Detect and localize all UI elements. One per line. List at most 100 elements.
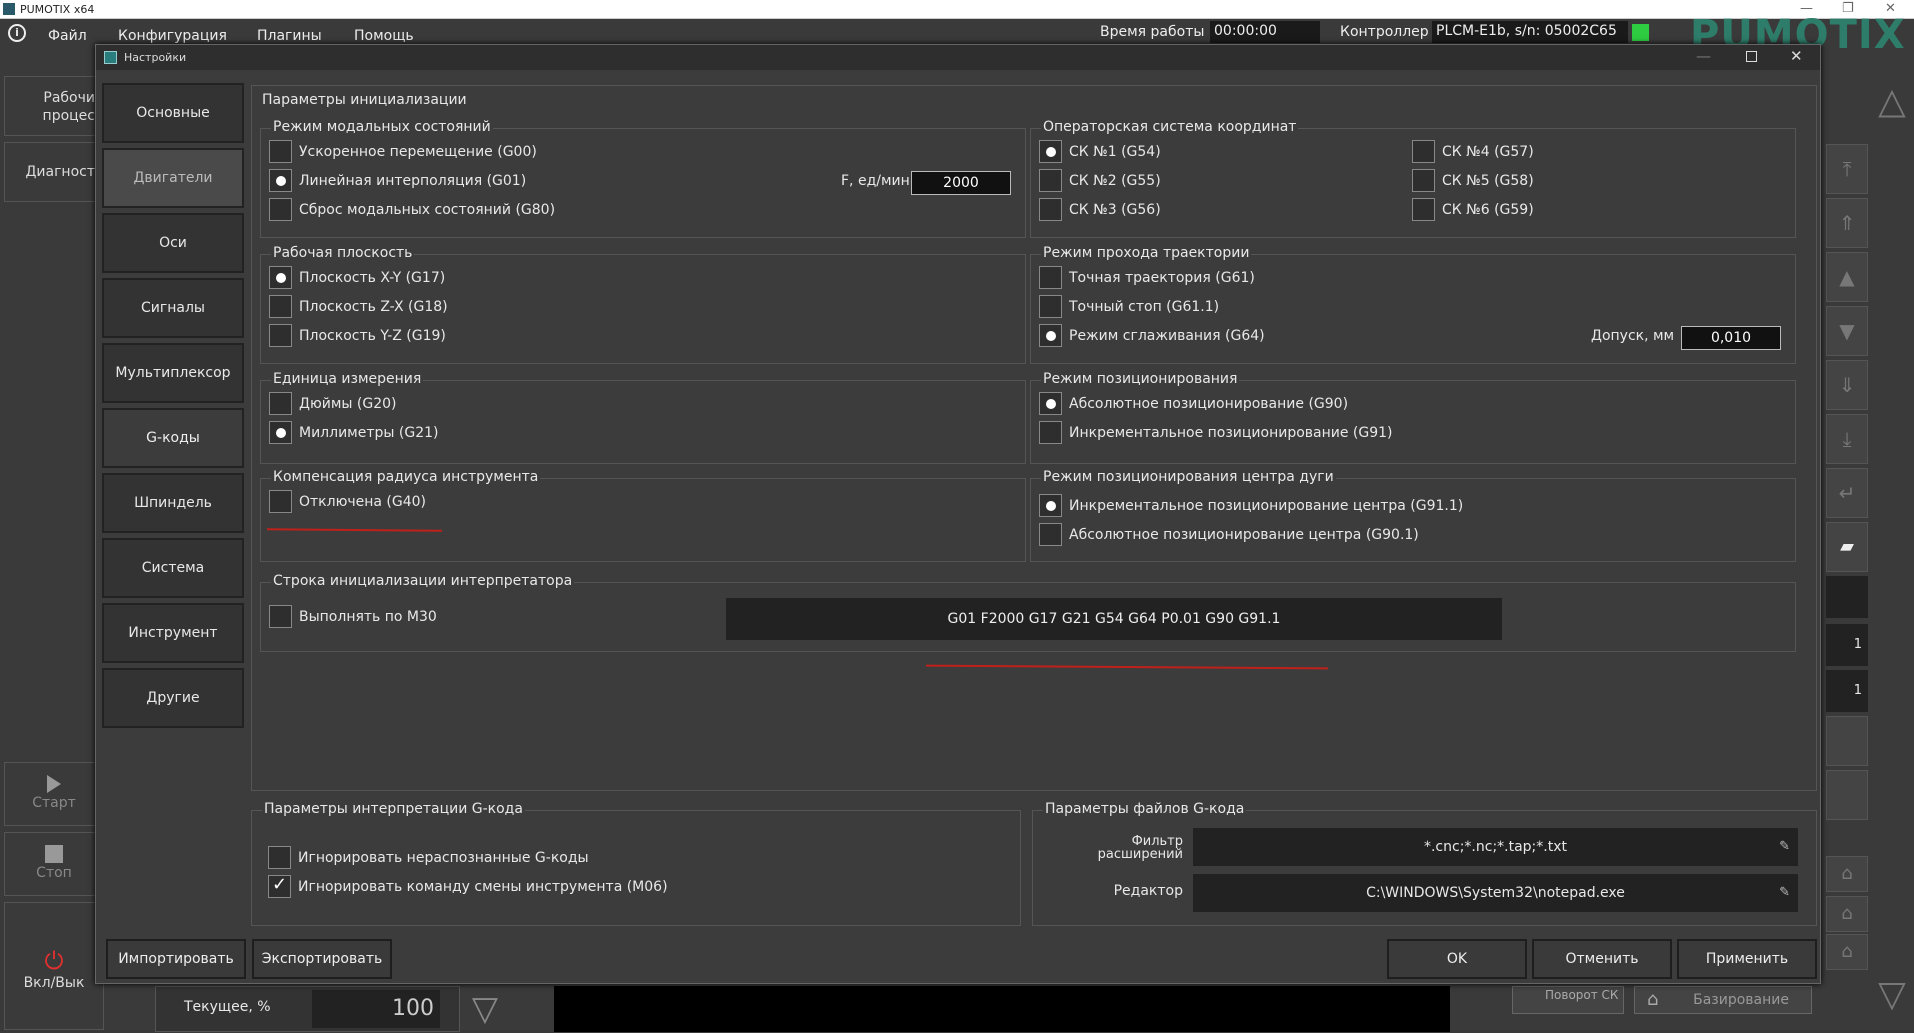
g61-radio[interactable]	[1039, 266, 1062, 289]
folder-icon[interactable]: ▰	[1826, 522, 1868, 572]
g611-radio[interactable]	[1039, 295, 1062, 318]
opt-ignore-m06[interactable]: Игнорировать команду смены инструмента (…	[268, 873, 668, 899]
dialog-maximize-icon[interactable]	[1746, 51, 1757, 62]
export-button[interactable]: Экспортировать	[252, 939, 392, 979]
page-up-icon[interactable]: ⇑	[1826, 198, 1868, 248]
tab-gcodes[interactable]: G-коды	[102, 408, 244, 468]
stop-button[interactable]: Стоп	[4, 832, 104, 896]
g20-radio[interactable]	[269, 392, 292, 415]
ignore-m06-checkbox[interactable]	[268, 873, 291, 898]
cancel-button[interactable]: Отменить	[1532, 939, 1672, 979]
rotate-cs-button[interactable]: Поворот СК	[1512, 986, 1624, 1014]
line-down-icon[interactable]: ▼	[1826, 306, 1868, 356]
g18-radio[interactable]	[269, 295, 292, 318]
opt-g19[interactable]: Плоскость Y-Z (G19)	[269, 324, 446, 348]
scroll-bottom-icon[interactable]: ⤓	[1826, 414, 1868, 464]
diagnostics-button[interactable]: Диагност	[4, 142, 104, 202]
feed-input[interactable]: 2000	[911, 171, 1011, 195]
filter-input[interactable]: *.cnc;*.nc;*.tap;*.txt ✎	[1193, 828, 1798, 866]
editor-input[interactable]: C:\WINDOWS\System32\notepad.exe ✎	[1193, 874, 1798, 912]
home-icon-3[interactable]: ⌂	[1826, 934, 1868, 970]
tab-basic[interactable]: Основные	[102, 83, 244, 143]
tab-spindle[interactable]: Шпиндель	[102, 473, 244, 533]
menu-configuration[interactable]: Конфигурация	[118, 28, 227, 44]
opt-g56[interactable]: СК №3 (G56)	[1039, 198, 1161, 222]
info-icon[interactable]: i	[8, 24, 26, 42]
opt-g21[interactable]: Миллиметры (G21)	[269, 421, 438, 445]
home-icon-1[interactable]: ⌂	[1826, 856, 1868, 892]
tab-motors[interactable]: Двигатели	[102, 148, 244, 208]
opt-g911[interactable]: Инкрементальное позиционирование центра …	[1039, 494, 1463, 518]
homing-button[interactable]: ⌂ Базирование	[1634, 986, 1812, 1014]
opt-m30[interactable]: Выполнять по M30	[269, 605, 437, 629]
start-button[interactable]: Старт	[4, 762, 104, 826]
g901-radio[interactable]	[1039, 523, 1062, 546]
opt-g64[interactable]: Режим сглаживания (G64)	[1039, 324, 1265, 348]
opt-g01[interactable]: Линейная интерполяция (G01)	[269, 169, 526, 193]
home-icon-2[interactable]: ⌂	[1826, 896, 1868, 932]
up-arrow-icon[interactable]: △	[1872, 82, 1912, 122]
edit-pencil-icon[interactable]: ✎	[1779, 828, 1790, 866]
tab-multiplexer[interactable]: Мультиплексор	[102, 343, 244, 403]
opt-g58[interactable]: СК №5 (G58)	[1412, 169, 1534, 193]
tab-axes[interactable]: Оси	[102, 213, 244, 273]
ignore-unknown-checkbox[interactable]	[268, 846, 291, 869]
line-up-icon[interactable]: ▲	[1826, 252, 1868, 302]
opt-g80[interactable]: Сброс модальных состояний (G80)	[269, 198, 555, 222]
opt-g57[interactable]: СК №4 (G57)	[1412, 140, 1534, 164]
init-string-input[interactable]: G01 F2000 G17 G21 G54 G64 P0.01 G90 G91.…	[726, 598, 1502, 640]
menu-help[interactable]: Помощь	[354, 28, 414, 44]
apply-button[interactable]: Применить	[1677, 939, 1817, 979]
g911-radio[interactable]	[1039, 494, 1062, 517]
tolerance-input[interactable]: 0,010	[1681, 326, 1781, 350]
opt-g611[interactable]: Точный стоп (G61.1)	[1039, 295, 1219, 319]
g17-radio[interactable]	[269, 266, 292, 289]
opt-g00[interactable]: Ускоренное перемещение (G00)	[269, 140, 537, 164]
down-arrow-icon[interactable]: ▽	[1872, 975, 1912, 1015]
g90-radio[interactable]	[1039, 392, 1062, 415]
power-button[interactable]: ⏻ Вкл/Вык	[4, 902, 104, 1030]
ok-button[interactable]: OK	[1387, 939, 1527, 979]
g58-radio[interactable]	[1412, 169, 1435, 192]
opt-g55[interactable]: СК №2 (G55)	[1039, 169, 1161, 193]
g54-radio[interactable]	[1039, 140, 1062, 163]
import-button[interactable]: Импортировать	[106, 939, 246, 979]
g59-radio[interactable]	[1412, 198, 1435, 221]
g64-radio[interactable]	[1039, 324, 1062, 347]
g19-radio[interactable]	[269, 324, 292, 347]
menu-file[interactable]: Файл	[48, 28, 87, 44]
dialog-close-icon[interactable]: ✕	[1790, 47, 1803, 65]
g57-radio[interactable]	[1412, 140, 1435, 163]
g00-radio[interactable]	[269, 140, 292, 163]
page-down-icon[interactable]: ⇓	[1826, 360, 1868, 410]
opt-g40[interactable]: Отключена (G40)	[269, 490, 426, 514]
menu-plugins[interactable]: Плагины	[257, 28, 322, 44]
g55-radio[interactable]	[1039, 169, 1062, 192]
opt-g91[interactable]: Инкрементальное позиционирование (G91)	[1039, 421, 1393, 445]
decrease-icon[interactable]: ▽	[462, 986, 508, 1032]
return-icon[interactable]: ↵	[1826, 468, 1868, 518]
g21-radio[interactable]	[269, 421, 292, 444]
opt-g61[interactable]: Точная траектория (G61)	[1039, 266, 1255, 290]
opt-g20[interactable]: Дюймы (G20)	[269, 392, 396, 416]
g40-checkbox[interactable]	[269, 490, 292, 513]
g80-radio[interactable]	[269, 198, 292, 221]
opt-g90[interactable]: Абсолютное позиционирование (G90)	[1039, 392, 1348, 416]
tab-other[interactable]: Другие	[102, 668, 244, 728]
work-process-button[interactable]: Рабочи процес	[4, 76, 104, 136]
edit-pencil-icon[interactable]: ✎	[1779, 874, 1790, 912]
scroll-top-icon[interactable]: ⤒	[1826, 144, 1868, 194]
m30-checkbox[interactable]	[269, 605, 292, 628]
tab-system[interactable]: Система	[102, 538, 244, 598]
opt-g54[interactable]: СК №1 (G54)	[1039, 140, 1161, 164]
g01-radio[interactable]	[269, 169, 292, 192]
opt-g59[interactable]: СК №6 (G59)	[1412, 198, 1534, 222]
tab-tool[interactable]: Инструмент	[102, 603, 244, 663]
opt-g17[interactable]: Плоскость X-Y (G17)	[269, 266, 445, 290]
opt-g901[interactable]: Абсолютное позиционирование центра (G90.…	[1039, 523, 1419, 547]
opt-g18[interactable]: Плоскость Z-X (G18)	[269, 295, 448, 319]
tab-signals[interactable]: Сигналы	[102, 278, 244, 338]
opt-ignore-unknown[interactable]: Игнорировать нераспознанные G-коды	[268, 846, 589, 870]
g91-radio[interactable]	[1039, 421, 1062, 444]
dialog-minimize-icon[interactable]: —	[1696, 47, 1711, 65]
